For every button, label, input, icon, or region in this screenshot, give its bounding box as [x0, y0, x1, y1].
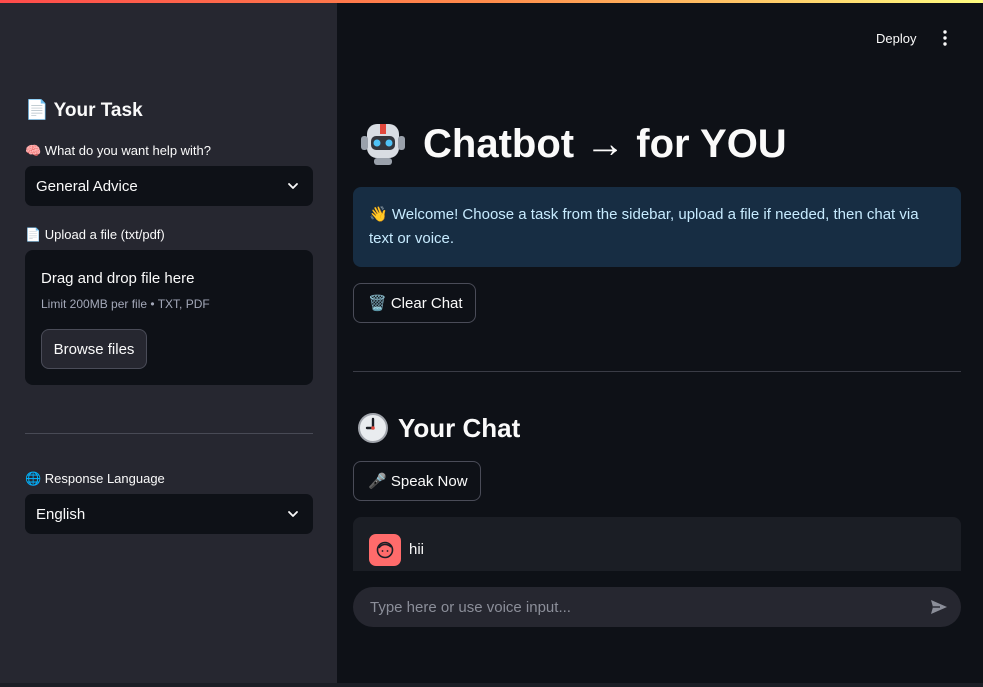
user-avatar [369, 534, 401, 566]
sidebar-task-title: 📄 Your Task [25, 100, 143, 121]
language-label: 🌐 Response Language [25, 471, 165, 486]
speak-now-label: 🎤 Speak Now [368, 473, 468, 490]
upload-label: 📄 Upload a file (txt/pdf) [25, 227, 165, 242]
clear-chat-label: 🗑️ Clear Chat [368, 295, 463, 312]
chat-input[interactable] [370, 598, 929, 616]
dropzone-title: Drag and drop file here [41, 270, 195, 287]
task-select[interactable]: General Advice [25, 166, 313, 206]
language-select[interactable]: English [25, 494, 313, 534]
send-icon[interactable] [929, 597, 949, 617]
top-decoration-bar [0, 0, 983, 3]
chat-message-text: hii [409, 541, 425, 558]
chat-message-user: hii [353, 517, 961, 571]
page-title: Chatbot → for YOU [357, 118, 787, 170]
browse-files-button[interactable]: Browse files [41, 329, 147, 369]
main-divider [353, 371, 961, 372]
clock-icon [358, 413, 388, 443]
clear-chat-button[interactable]: 🗑️ Clear Chat [353, 283, 476, 323]
help-select-label: 🧠 What do you want help with? [25, 143, 212, 158]
chevron-down-icon [288, 183, 298, 189]
task-select-value: General Advice [36, 177, 138, 195]
main-area: Deploy Chatbot → for YOU 👋 Welcome! Choo… [337, 0, 983, 687]
page-title-text: Chatbot → for YOU [423, 121, 787, 166]
sidebar-divider [25, 433, 313, 434]
chat-section-title: Your Chat [357, 412, 520, 444]
kebab-menu-icon[interactable] [937, 29, 953, 47]
bottom-edge [0, 683, 983, 687]
chat-input-bar[interactable] [353, 587, 961, 627]
dropzone-limit: Limit 200MB per file • TXT, PDF [41, 297, 210, 311]
file-dropzone[interactable]: Drag and drop file here Limit 200MB per … [25, 250, 313, 385]
robot-icon [361, 124, 405, 165]
welcome-info-text: 👋 Welcome! Choose a task from the sideba… [369, 206, 919, 247]
speak-now-button[interactable]: 🎤 Speak Now [353, 461, 481, 501]
chevron-down-icon [288, 511, 298, 517]
user-face-icon [376, 541, 394, 559]
welcome-info-box: 👋 Welcome! Choose a task from the sideba… [353, 187, 961, 267]
language-select-value: English [36, 505, 86, 523]
chat-section-title-text: Your Chat [398, 412, 521, 443]
deploy-button[interactable]: Deploy [876, 31, 916, 46]
sidebar: 📄 Your Task 🧠 What do you want help with… [0, 0, 337, 687]
